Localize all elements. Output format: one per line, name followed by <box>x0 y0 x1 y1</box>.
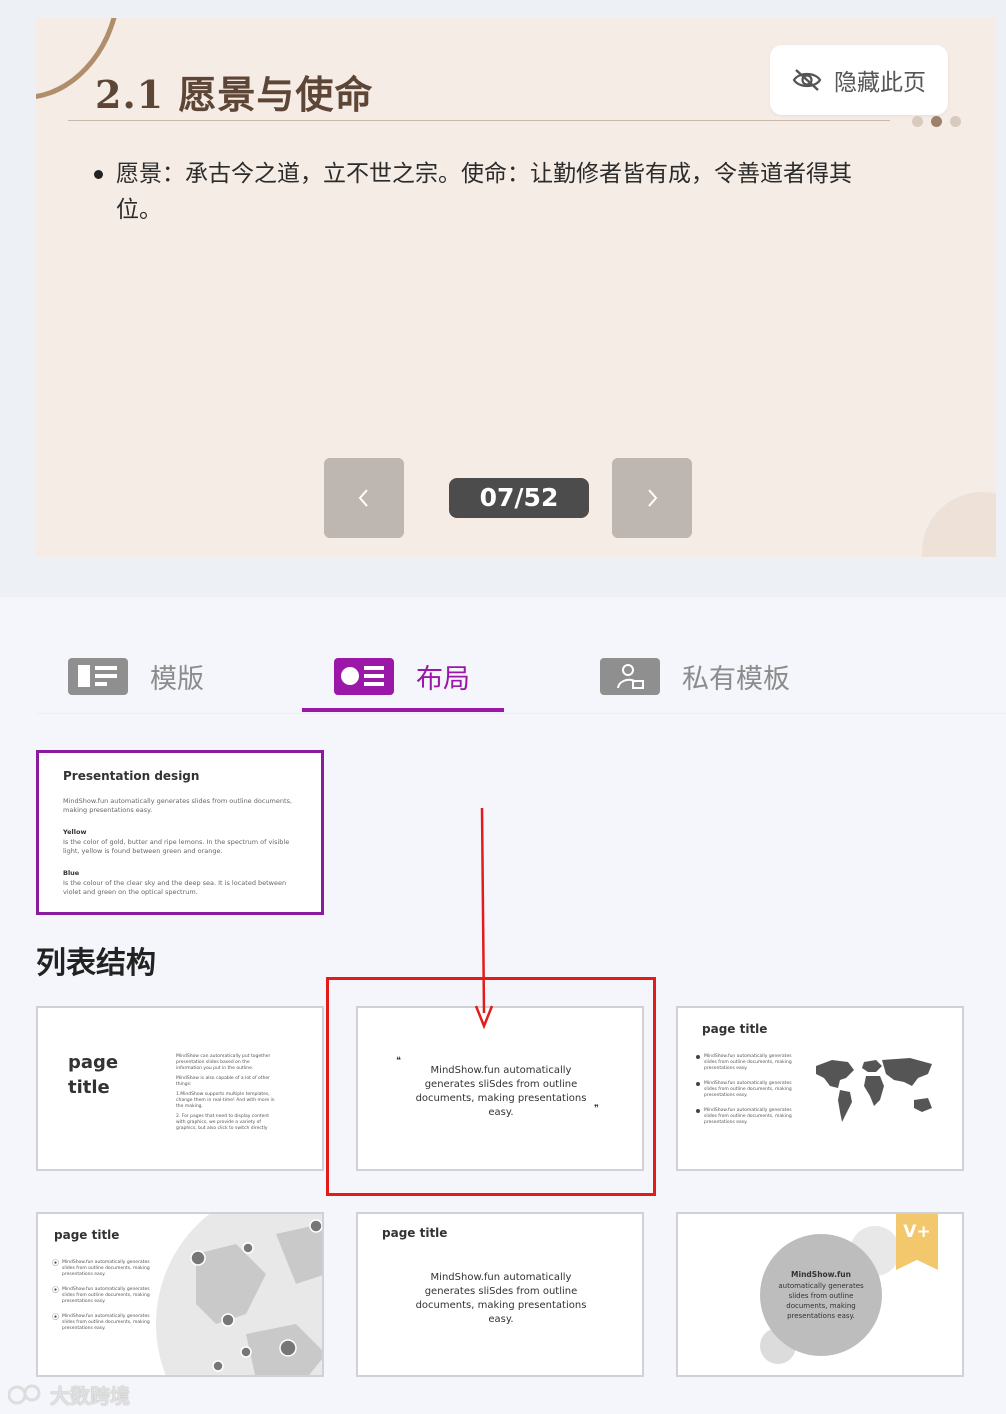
watermark-text: 大数跨境 <box>50 1384 130 1408</box>
slide-bullet: 愿景：承古今之道，立不世之宗。使命：让勤修者皆有成，令善道者得其位。 <box>94 156 894 228</box>
thumb-bullet-list: ⦿ MindShow.fun automatically generates sl… <box>52 1260 152 1332</box>
thumb-title: page title <box>54 1228 120 1242</box>
layout-thumb-1[interactable]: page title MindShow can automatically pu… <box>36 1006 324 1171</box>
template-list-icon <box>68 657 128 695</box>
thumb-para: 2. For pages that need to display conten… <box>176 1114 270 1131</box>
circle-text-block: MindShow.fun automatically generates sli… <box>760 1234 882 1356</box>
tab-template[interactable]: 模版 <box>68 640 204 712</box>
layout-thumb-selected[interactable]: Presentation design MindShow.fun automat… <box>36 750 324 915</box>
thumb-item1-head: Yellow <box>63 828 87 836</box>
world-map-graphic <box>816 1058 932 1122</box>
tab-private-template[interactable]: 私有模板 <box>600 640 790 712</box>
globe-graphic <box>156 1214 322 1375</box>
thumb-text-block: MindShow can automatically put together … <box>176 1054 276 1132</box>
logo-icon <box>8 1384 41 1404</box>
watermark: 大数跨境 <box>8 1380 130 1409</box>
premium-badge: V+ <box>896 1214 938 1270</box>
hide-page-label: 隐藏此页 <box>834 70 926 96</box>
circle-text: automatically generates slides from outl… <box>778 1281 864 1320</box>
layout-card-icon <box>334 657 394 695</box>
thumb-para: MindShow can automatically put together … <box>176 1054 271 1071</box>
thumb-bullet-list: MindShow.fun automatically generates sli… <box>696 1054 796 1126</box>
eye-off-icon <box>792 69 822 91</box>
tab-private-label: 私有模板 <box>682 663 790 695</box>
slide-title: 2.1 愿景与使命 <box>95 72 374 117</box>
thumb-title: Presentation design <box>63 769 200 783</box>
thumb-item2-head: Blue <box>63 869 80 877</box>
thumb-title: page title <box>68 1052 119 1098</box>
thumb-para: 1.MindShow supports multiple templates, … <box>176 1092 275 1109</box>
thumb-bullet: ⦿ MindShow.fun automatically generates sl… <box>52 1286 150 1305</box>
decorative-circle <box>922 492 996 557</box>
chevron-right-icon <box>648 489 658 507</box>
thumb-item1-body: Is the color of gold, butter and ripe le… <box>63 838 290 855</box>
page-counter: 07/52 <box>449 478 589 518</box>
premium-badge-label: V+ <box>903 1222 931 1242</box>
tab-template-label: 模版 <box>150 663 204 695</box>
thumb-title: page title <box>702 1022 768 1036</box>
user-lock-icon <box>600 657 660 695</box>
circle-title: MindShow.fun <box>791 1269 851 1279</box>
thumb-para: MindShow is also capable of a lot of oth… <box>176 1076 271 1087</box>
thumb-item2-body: Is the colour of the clear sky and the d… <box>63 879 287 896</box>
panel-tabs: 模版 布局 私有模板 <box>36 640 1006 714</box>
slide-canvas: 2.1 愿景与使命 愿景：承古今之道，立不世之宗。使命：让勤修者皆有成，令善道者… <box>36 18 996 557</box>
chevron-left-icon <box>358 489 368 507</box>
thumb-bullet: ⦿ MindShow.fun automatically generates sl… <box>52 1313 150 1332</box>
section-title-list-structure: 列表结构 <box>36 946 156 981</box>
bullet-dot <box>94 170 103 179</box>
title-divider <box>68 120 890 121</box>
thumb-bullet: MindShow.fun automatically generates sli… <box>696 1081 796 1099</box>
layout-thumb-circle-premium[interactable]: MindShow.fun automatically generates sli… <box>676 1212 964 1377</box>
red-arrow-annotation <box>474 808 494 1030</box>
next-page-button[interactable] <box>612 458 692 538</box>
layout-thumb-world-map[interactable]: page title MindShow.fun automatically ge… <box>676 1006 964 1171</box>
tab-layout[interactable]: 布局 <box>334 640 470 712</box>
thumb-bullet: ⦿ MindShow.fun automatically generates sl… <box>52 1259 150 1278</box>
prev-page-button[interactable] <box>324 458 404 538</box>
more-options-dots[interactable] <box>912 116 961 127</box>
tab-layout-label: 布局 <box>416 663 470 695</box>
thumb-title: page title <box>382 1226 448 1240</box>
thumb-bullet: MindShow.fun automatically generates sli… <box>696 1054 796 1072</box>
hide-page-button[interactable]: 隐藏此页 <box>770 45 948 115</box>
layout-thumb-title-text[interactable]: page title MindShow.fun automatically ge… <box>356 1212 644 1377</box>
thumb-bullet: MindShow.fun automatically generates sli… <box>696 1108 796 1126</box>
slide-preview-area: 2.1 愿景与使命 愿景：承古今之道，立不世之宗。使命：让勤修者皆有成，令善道者… <box>0 0 1006 597</box>
bullet-text: 愿景：承古今之道，立不世之宗。使命：让勤修者皆有成，令善道者得其位。 <box>116 161 852 223</box>
layout-thumb-globe[interactable]: page title ⦿ MindShow.fun automatically g… <box>36 1212 324 1377</box>
thumb-intro: MindShow.fun automatically generates sli… <box>63 797 292 814</box>
active-tab-indicator <box>302 708 504 712</box>
thumb-body-text: MindShow.fun automatically generates sli… <box>415 1272 587 1325</box>
